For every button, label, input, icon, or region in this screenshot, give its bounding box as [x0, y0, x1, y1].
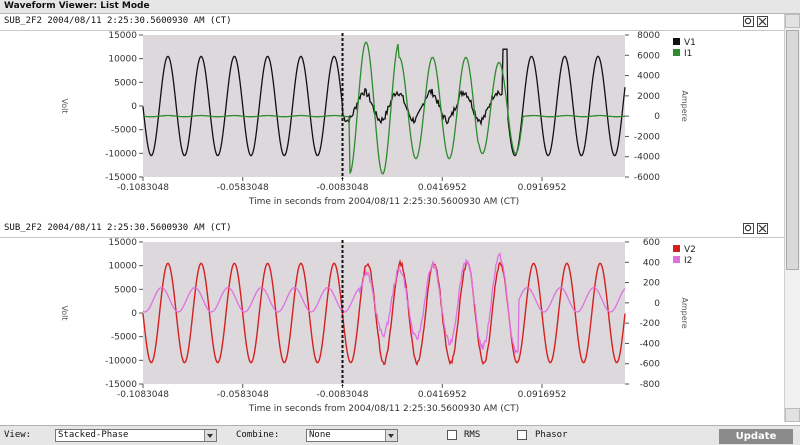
y2-tick-label: -6000	[634, 173, 660, 183]
phasor-checkbox[interactable]	[517, 430, 527, 440]
y2-tick-label: 0	[654, 112, 660, 122]
y-tick-label: 0	[131, 309, 137, 319]
panel-title: SUB_2F2 2004/08/11 2:25:30.5600930 AM (C…	[4, 223, 232, 233]
window-title: Waveform Viewer: List Mode	[4, 1, 150, 11]
x-tick-label: 0.0916952	[518, 183, 567, 193]
vertical-scrollbar[interactable]	[784, 14, 800, 422]
y-tick-label: 15000	[108, 238, 137, 248]
y-tick-label: -15000	[105, 173, 137, 183]
waveform-panel-2: SUB_2F2 2004/08/11 2:25:30.5600930 AM (C…	[0, 221, 784, 426]
y-axis-label: Volt	[60, 98, 69, 113]
y2-tick-label: 600	[643, 238, 660, 248]
y2-tick-label: -200	[640, 319, 661, 329]
legend-label: I2	[684, 256, 692, 266]
x-tick-label: 0.0416952	[418, 390, 467, 400]
y-tick-label: -10000	[105, 149, 137, 159]
scroll-down-arrow[interactable]	[785, 408, 800, 422]
scroll-up-arrow[interactable]	[785, 14, 800, 28]
x-tick-label: 0.0416952	[418, 183, 467, 193]
combine-label: Combine:	[236, 430, 280, 440]
y-tick-label: 5000	[114, 285, 137, 295]
y2-axis-label: Ampere	[680, 297, 689, 328]
x-tick-label: -0.0583048	[217, 390, 269, 400]
chevron-down-icon[interactable]	[204, 430, 216, 441]
y2-tick-label: 4000	[637, 72, 660, 82]
y-tick-label: -15000	[105, 380, 137, 390]
chevron-down-icon[interactable]	[385, 430, 397, 441]
legend-swatch	[673, 256, 680, 263]
x-tick-label: -0.0083048	[317, 390, 369, 400]
y2-tick-label: -600	[640, 360, 661, 370]
y2-tick-label: 200	[643, 279, 660, 289]
waveform-chart-1[interactable]: 15000 10000 5000 0 -5000 -10000 -15000 8000 6000…	[0, 31, 784, 219]
y-tick-label: 15000	[108, 31, 137, 41]
zoom-icon[interactable]	[743, 223, 754, 234]
zoom-icon[interactable]	[743, 16, 754, 27]
y2-tick-label: 0	[654, 299, 660, 309]
y-tick-label: 10000	[108, 55, 137, 65]
waveform-chart-2[interactable]: 15000 10000 5000 0 -5000 -10000 -15000 600 400 20…	[0, 238, 784, 426]
view-select[interactable]: Stacked-Phase	[55, 429, 217, 442]
legend-label: I1	[684, 49, 692, 59]
y2-tick-label: -4000	[634, 153, 660, 163]
y-tick-label: -10000	[105, 356, 137, 366]
expand-icon[interactable]	[757, 223, 768, 234]
combine-select[interactable]: None	[306, 429, 398, 442]
y2-tick-label: 8000	[637, 31, 660, 41]
legend-swatch	[673, 49, 680, 56]
y-tick-label: 10000	[108, 262, 137, 272]
update-button[interactable]: Update	[719, 429, 793, 444]
y2-tick-label: 6000	[637, 51, 660, 61]
y-tick-label: -5000	[111, 333, 137, 343]
x-tick-label: -0.1083048	[117, 183, 169, 193]
x-tick-label: 0.0916952	[518, 390, 567, 400]
y2-tick-label: 2000	[637, 92, 660, 102]
waveform-panel-1: SUB_2F2 2004/08/11 2:25:30.5600930 AM (C…	[0, 14, 784, 219]
legend-swatch	[673, 245, 680, 252]
plot-area	[143, 35, 625, 177]
y-tick-label: 5000	[114, 78, 137, 88]
y2-tick-label: -2000	[634, 132, 660, 142]
y-tick-label: -5000	[111, 126, 137, 136]
expand-icon[interactable]	[757, 16, 768, 27]
combine-select-value: None	[309, 430, 331, 440]
phasor-label: Phasor	[535, 430, 568, 440]
legend-label: V1	[684, 38, 696, 48]
x-tick-label: -0.0083048	[317, 183, 369, 193]
legend-swatch	[673, 38, 680, 45]
view-label: View:	[4, 430, 32, 440]
legend-label: V2	[684, 245, 696, 255]
y2-tick-label: -400	[640, 339, 661, 349]
rms-checkbox[interactable]	[447, 430, 457, 440]
window-titlebar: Waveform Viewer: List Mode	[0, 0, 800, 14]
x-axis-label: Time in seconds from 2004/08/11 2:25:30.…	[248, 197, 519, 207]
y-tick-label: 0	[131, 102, 137, 112]
scroll-thumb[interactable]	[786, 30, 799, 270]
y2-tick-label: 400	[643, 258, 660, 268]
panels-area: SUB_2F2 2004/08/11 2:25:30.5600930 AM (C…	[0, 14, 784, 422]
rms-label: RMS	[464, 430, 481, 440]
y-axis-label: Volt	[60, 305, 69, 320]
y2-tick-label: -800	[640, 380, 661, 390]
x-tick-label: -0.1083048	[117, 390, 169, 400]
x-axis-label: Time in seconds from 2004/08/11 2:25:30.…	[248, 404, 519, 414]
view-select-value: Stacked-Phase	[58, 430, 129, 440]
y2-axis-label: Ampere	[680, 90, 689, 121]
x-tick-label: -0.0583048	[217, 183, 269, 193]
controls-bar: View: Stacked-Phase Combine: None RMS Ph…	[0, 425, 800, 445]
panel-header: SUB_2F2 2004/08/11 2:25:30.5600930 AM (C…	[0, 221, 784, 238]
panel-header: SUB_2F2 2004/08/11 2:25:30.5600930 AM (C…	[0, 14, 784, 31]
panel-title: SUB_2F2 2004/08/11 2:25:30.5600930 AM (C…	[4, 16, 232, 26]
